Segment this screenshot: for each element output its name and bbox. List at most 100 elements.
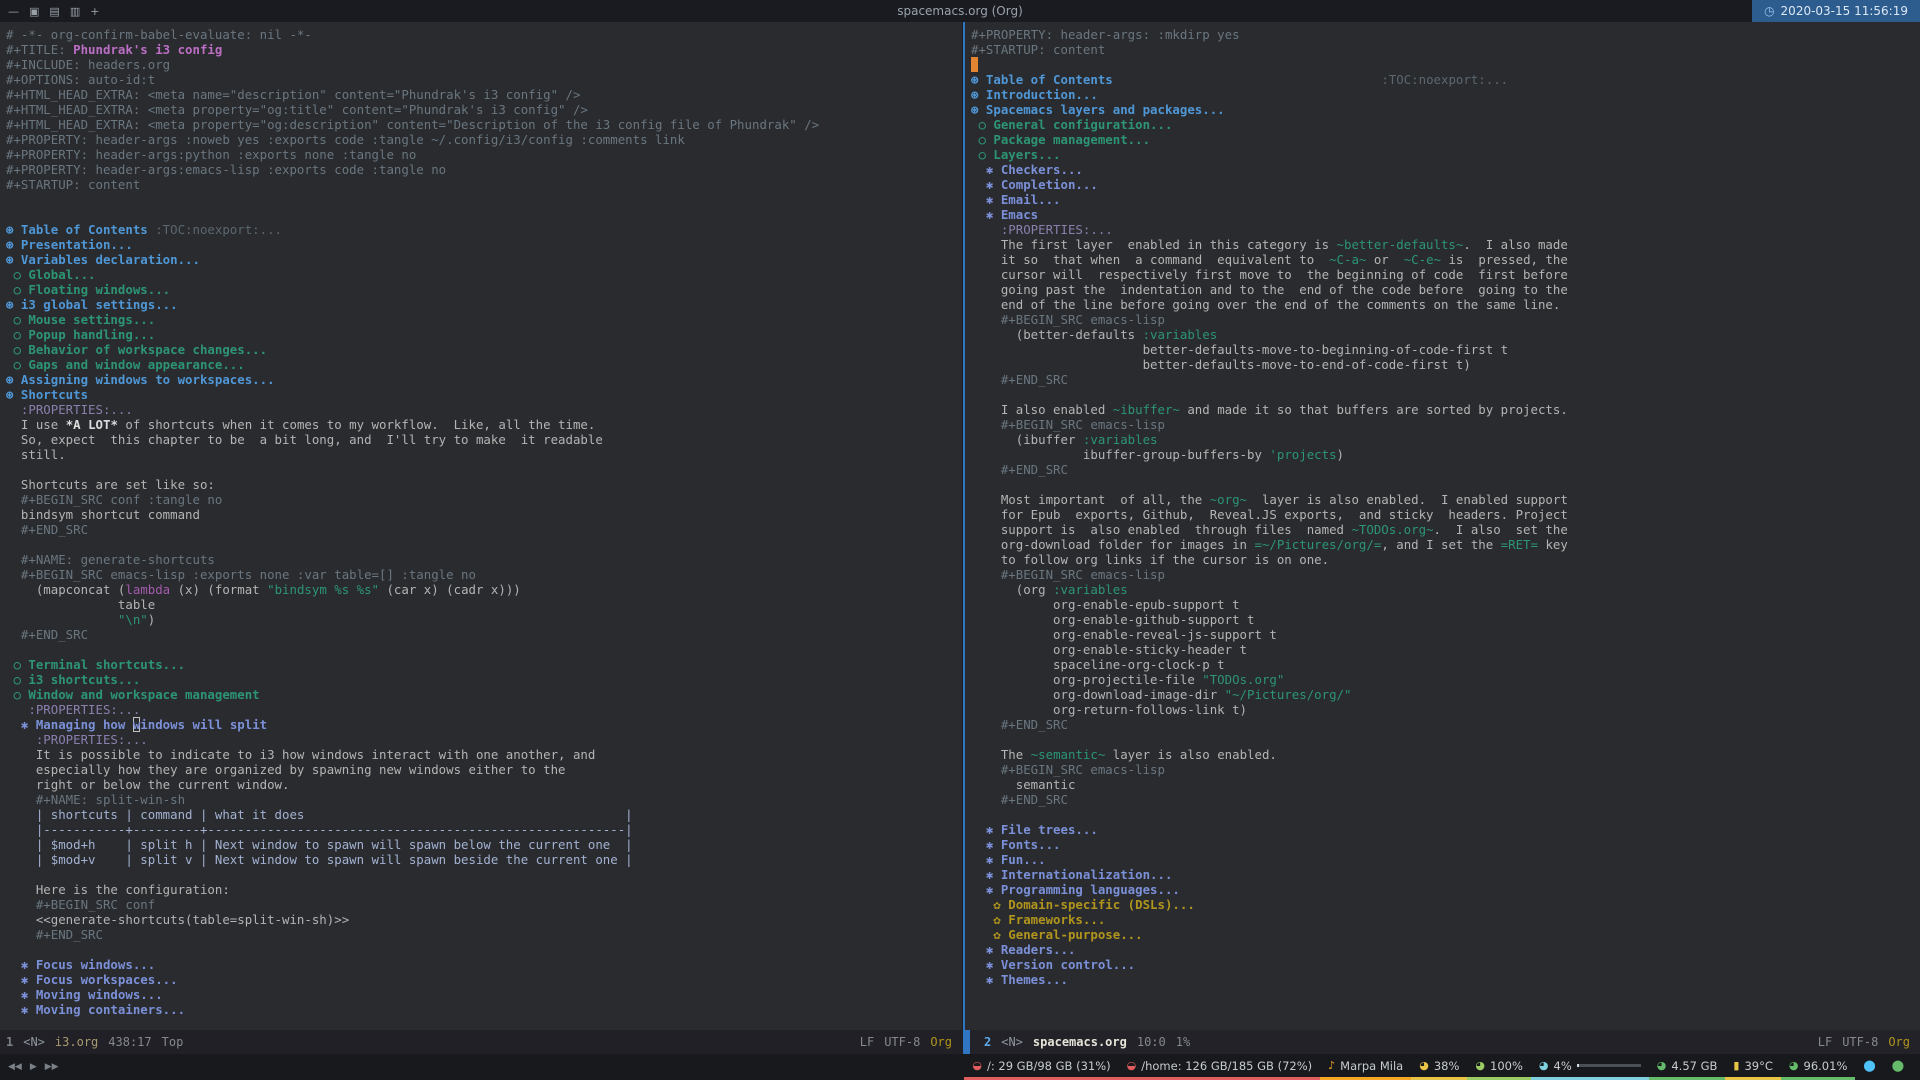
buffer-line: org-download folder for images in =~/Pic… xyxy=(971,537,1568,552)
modeline-left: 1 <N> i3.org 438:17 Top LF UTF-8 Org xyxy=(0,1030,962,1054)
music-track[interactable]: ♪ Marpa Mila xyxy=(1320,1054,1412,1080)
network-status[interactable]: ⬤ xyxy=(1855,1054,1883,1080)
network-status-icon: ⬤ xyxy=(1863,1059,1876,1072)
layout-stacking-icon[interactable]: ▣ xyxy=(29,5,39,18)
buffer-spacemacs-org[interactable]: #+PROPERTY: header-args: :mkdirp yes #+ST… xyxy=(965,22,1920,1030)
buffer-line: #+HTML_HEAD_EXTRA: <meta name="descripti… xyxy=(6,87,581,102)
buffer-line: ○ Window and workspace management xyxy=(6,687,260,702)
microphone-level[interactable]: ◕ 4% xyxy=(1530,1054,1649,1080)
memory-usage-label: 4.57 GB xyxy=(1671,1058,1718,1073)
buffer-line: #+BEGIN_SRC emacs-lisp xyxy=(971,567,1165,582)
buffer-line xyxy=(6,642,962,657)
microphone-level-label: 4% xyxy=(1553,1058,1572,1073)
buffer-line: :PROPERTIES:... xyxy=(6,732,148,747)
microphone-level-bar[interactable] xyxy=(1576,1064,1641,1067)
buffer-line: for Epub exports, Github, Reveal.JS expo… xyxy=(971,507,1568,522)
buffer-line: spaceline-org-clock-p t xyxy=(971,657,1225,672)
buffer-line: org-enable-github-support t xyxy=(971,612,1255,627)
titlebar: — ▣ ▤ ▥ + spacemacs.org (Org) ◷ 2020-03-15 1… xyxy=(0,0,1920,22)
buffer-line: #+BEGIN_SRC conf :tangle no xyxy=(6,492,223,507)
temperature[interactable]: ▮ 39°C xyxy=(1725,1054,1781,1080)
buffer-line: So, expect this chapter to be a bit long… xyxy=(6,432,603,447)
layout-splith-icon[interactable]: — xyxy=(8,5,19,18)
buffer-line: better-defaults-move-to-end-of-code-firs… xyxy=(971,357,1471,372)
buffer-line: It is possible to indicate to i3 how win… xyxy=(6,747,596,762)
buffer-line: ✱ Email... xyxy=(971,192,1061,207)
buffer-line: #+OPTIONS: auto-id:t xyxy=(6,72,156,87)
buffer-line: (org :variables xyxy=(971,582,1128,597)
buffer-line: #+BEGIN_SRC conf xyxy=(6,897,156,912)
media-controls: ◀◀ ▶ ▶▶ xyxy=(8,1062,59,1072)
volume[interactable]: ◕ 38% xyxy=(1411,1054,1468,1080)
buffer-line: #+INCLUDE: headers.org xyxy=(6,57,171,72)
buffer-i3-org[interactable]: # -*- org-confirm-babel-evaluate: nil -*… xyxy=(0,22,962,1030)
buffer-line: | $mod+v | split v | Next window to spaw… xyxy=(6,852,633,867)
buffer-line xyxy=(6,207,962,222)
buffer-line: especially how they are organized by spa… xyxy=(6,762,566,777)
buffer-line: #+PROPERTY: header-args: :mkdirp yes xyxy=(971,27,1240,42)
editor-window-left[interactable]: # -*- org-confirm-babel-evaluate: nil -*… xyxy=(0,22,963,1054)
layout-grid-icon[interactable]: ▥ xyxy=(70,5,80,18)
buffer-line: org-enable-epub-support t xyxy=(971,597,1240,612)
cpu-usage[interactable]: ◕ 96.01% xyxy=(1780,1054,1856,1080)
buffer-line: ○ Gaps and window appearance... xyxy=(6,357,245,372)
buffer-line: ibuffer-group-buffers-by 'projects) xyxy=(971,447,1345,462)
memory-usage[interactable]: ◕ 4.57 GB xyxy=(1648,1054,1726,1080)
buffer-line: still. xyxy=(6,447,66,462)
buffer-line: ○ Mouse settings... xyxy=(6,312,156,327)
editor-window-right[interactable]: #+PROPERTY: header-args: :mkdirp yes #+ST… xyxy=(963,22,1920,1054)
eol-indicator: LF xyxy=(859,1035,875,1049)
buffer-line: ⊛ Table of Contents :TOC:noexport:... xyxy=(6,222,283,237)
disk-home-icon: ◒ xyxy=(1126,1059,1137,1072)
buffer-line: support is also enabled through files na… xyxy=(971,522,1568,537)
buffer-line: Shortcuts are set like so: xyxy=(6,477,215,492)
buffer-line: :PROPERTIES:... xyxy=(971,222,1113,237)
evil-state-badge: <N> xyxy=(23,1035,45,1049)
disk-root[interactable]: ◒ /: 29 GB/98 GB (31%) xyxy=(964,1054,1119,1080)
buffer-name: spacemacs.org xyxy=(1032,1035,1127,1049)
buffer-line: ⊛ Shortcuts xyxy=(6,387,89,402)
buffer-line: The first layer enabled in this category… xyxy=(971,237,1568,252)
buffer-line: ✱ Managing how windows will split xyxy=(6,717,268,732)
titlebar-icons: — ▣ ▤ ▥ + xyxy=(0,5,99,18)
buffer-line: #+END_SRC xyxy=(971,792,1068,807)
buffer-line: #+STARTUP: content xyxy=(971,42,1106,57)
buffer-line: (ibuffer :variables xyxy=(971,432,1158,447)
active-window-accent xyxy=(965,1030,970,1054)
workspace-add-icon[interactable]: + xyxy=(90,5,99,18)
buffer-line: ✱ Themes... xyxy=(971,972,1068,987)
cpu-usage-icon: ◕ xyxy=(1788,1059,1799,1072)
brightness[interactable]: ◕ 100% xyxy=(1467,1054,1531,1080)
window-title: spacemacs.org (Org) xyxy=(897,4,1023,18)
buffer-line: #+BEGIN_SRC emacs-lisp :exports none :va… xyxy=(6,567,476,582)
buffer-line: #+BEGIN_SRC emacs-lisp xyxy=(971,762,1165,777)
play-icon[interactable]: ▶ xyxy=(30,1062,37,1072)
buffer-line: better-defaults-move-to-beginning-of-cod… xyxy=(971,342,1509,357)
buffer-line: org-return-follows-link t) xyxy=(971,702,1248,717)
next-track-icon[interactable]: ▶▶ xyxy=(45,1062,59,1072)
buffer-line: ✱ Moving windows... xyxy=(6,987,163,1002)
buffer-line: (mapconcat (lambda (x) (format "bindsym … xyxy=(6,582,521,597)
scroll-indicator: 1% xyxy=(1175,1035,1191,1049)
previous-track-icon[interactable]: ◀◀ xyxy=(8,1062,22,1072)
buffer-name: i3.org xyxy=(54,1035,99,1049)
buffer-line: table xyxy=(6,597,156,612)
layout-tabbed-icon[interactable]: ▤ xyxy=(49,5,59,18)
disk-home[interactable]: ◒ /home: 126 GB/185 GB (72%) xyxy=(1118,1054,1321,1080)
major-mode-indicator: Org xyxy=(1888,1035,1910,1049)
buffer-line: #+TITLE: Phundrak's i3 config xyxy=(6,42,223,57)
statusbar-segments: ◒ /: 29 GB/98 GB (31%) ◒ /home: 126 GB/185 … xyxy=(964,1054,1912,1080)
buffer-line: semantic xyxy=(971,777,1076,792)
brightness-icon: ◕ xyxy=(1475,1059,1485,1072)
buffer-line xyxy=(6,537,962,552)
encoding-indicator: UTF-8 xyxy=(1842,1035,1879,1049)
battery-status[interactable]: ⬤ xyxy=(1884,1054,1912,1080)
buffer-line: #+END_SRC xyxy=(6,627,89,642)
buffer-line: :PROPERTIES:... xyxy=(6,402,133,417)
buffer-line: org-enable-reveal-js-support t xyxy=(971,627,1277,642)
music-track-icon: ♪ xyxy=(1328,1059,1336,1072)
buffer-line: ⊛ Assigning windows to workspaces... xyxy=(6,372,275,387)
clock-widget: ◷ 2020-03-15 11:56:19 xyxy=(1752,0,1920,22)
buffer-line xyxy=(6,867,962,882)
brightness-label: 100% xyxy=(1490,1058,1523,1073)
